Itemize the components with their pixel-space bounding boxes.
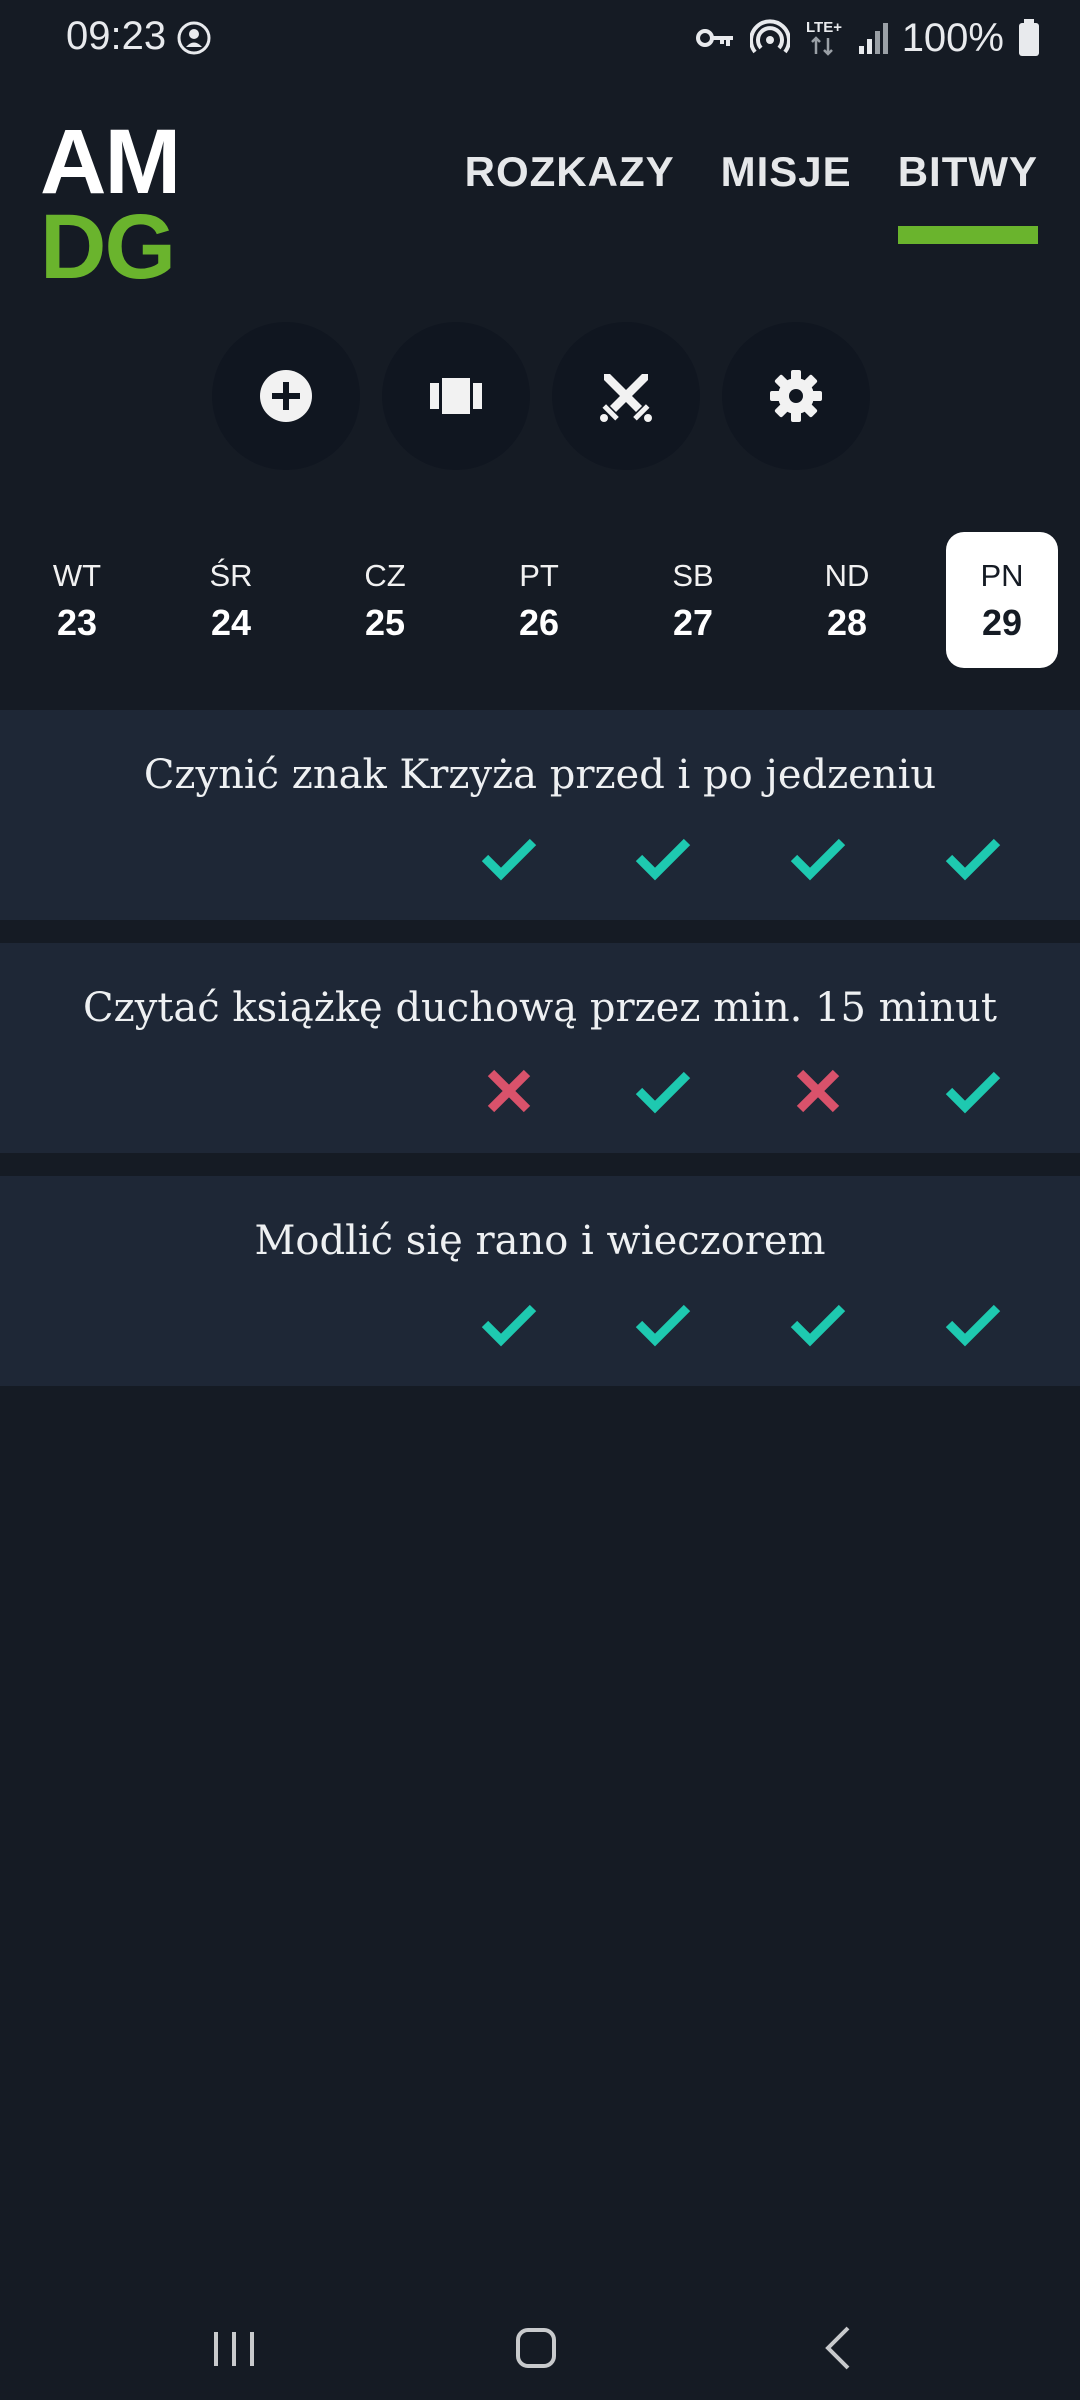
- check-icon[interactable]: [633, 828, 693, 888]
- day-name: PN: [980, 558, 1024, 593]
- top-tabs: ROZKAZY MISJE BITWY: [465, 148, 1039, 244]
- day-date: 25: [364, 602, 406, 643]
- day-name: WT: [52, 558, 102, 593]
- habit-card[interactable]: Czytać książkę duchową przez min. 15 min…: [0, 943, 1080, 1153]
- habit-title: Modlić się rano i wieczorem: [254, 1218, 826, 1264]
- logo-line-2: DG: [40, 195, 176, 298]
- hotspot-icon: [749, 19, 790, 54]
- check-icon[interactable]: [943, 828, 1003, 888]
- habit-card[interactable]: Modlić się rano i wieczorem: [0, 1176, 1080, 1386]
- check-icon[interactable]: [788, 828, 848, 888]
- habit-marks: [0, 828, 1080, 898]
- vpn-key-icon: [695, 29, 733, 47]
- system-nav-bar: [0, 2300, 1080, 2400]
- day-date: 23: [56, 602, 98, 643]
- signal-icon: [858, 23, 888, 54]
- tab-bitwy[interactable]: BITWY: [897, 148, 1039, 244]
- check-icon[interactable]: [633, 1294, 693, 1354]
- day-date: 28: [826, 602, 868, 643]
- habit-card[interactable]: Czynić znak Krzyża przed i po jedzeniu: [0, 710, 1080, 920]
- day-name: ND: [824, 558, 870, 593]
- status-time: 09:23: [66, 14, 167, 58]
- battles-button[interactable]: [552, 322, 700, 470]
- day-name: ŚR: [209, 558, 253, 593]
- habit-marks: [0, 1061, 1080, 1131]
- habit-marks: [0, 1294, 1080, 1364]
- battery-icon: [1019, 19, 1039, 56]
- day-strip: WT 23 ŚR 24 CZ 25 PT 26 SB 27 ND 28 PN 2…: [0, 532, 1080, 668]
- carousel-button[interactable]: [382, 322, 530, 470]
- tab-misje[interactable]: MISJE: [721, 148, 852, 216]
- status-bar: 09:23 LTE+ 100%: [0, 0, 1080, 76]
- battery-level: 100%: [901, 15, 1004, 60]
- settings-gear-icon: [770, 370, 822, 422]
- crossed-swords-icon: [600, 374, 652, 422]
- day-item[interactable]: CZ 25: [329, 532, 441, 668]
- recent-apps-icon[interactable]: [204, 2318, 264, 2378]
- svg-text:LTE+: LTE+: [806, 19, 842, 36]
- logo-line-1: AM: [40, 111, 181, 213]
- home-icon[interactable]: [506, 2318, 566, 2378]
- habit-title: Czynić znak Krzyża przed i po jedzeniu: [143, 752, 937, 798]
- app-logo: AM DG: [40, 111, 200, 292]
- status-icons: LTE+ 100%: [695, 12, 1040, 64]
- day-item[interactable]: PT 26: [483, 532, 595, 668]
- day-item[interactable]: WT 23: [21, 532, 133, 668]
- habit-title: Czytać książkę duchową przez min. 15 min…: [83, 985, 997, 1031]
- day-item-selected[interactable]: PN 29: [946, 532, 1058, 668]
- check-icon[interactable]: [479, 828, 539, 888]
- day-name: CZ: [364, 558, 406, 593]
- day-name: SB: [672, 558, 714, 593]
- add-circle-icon: [260, 370, 312, 422]
- day-date: 26: [518, 602, 560, 643]
- check-icon[interactable]: [788, 1294, 848, 1354]
- check-icon[interactable]: [943, 1061, 1003, 1121]
- day-date: 24: [210, 602, 252, 643]
- add-habit-button[interactable]: [212, 322, 360, 470]
- settings-button[interactable]: [722, 322, 870, 470]
- day-item[interactable]: ŚR 24: [175, 532, 287, 668]
- day-item[interactable]: SB 27: [637, 532, 749, 668]
- cross-icon[interactable]: [788, 1061, 848, 1121]
- action-row: [212, 322, 870, 470]
- back-icon[interactable]: [810, 2318, 870, 2378]
- check-icon[interactable]: [633, 1061, 693, 1121]
- day-date: 29: [981, 602, 1023, 643]
- check-icon[interactable]: [943, 1294, 1003, 1354]
- carousel-icon: [430, 378, 482, 414]
- lte-icon: LTE+: [806, 19, 842, 56]
- day-item[interactable]: ND 28: [791, 532, 903, 668]
- notification-icon: [177, 21, 211, 55]
- cross-icon[interactable]: [479, 1061, 539, 1121]
- check-icon[interactable]: [479, 1294, 539, 1354]
- day-date: 27: [672, 602, 714, 643]
- day-name: PT: [519, 558, 559, 593]
- tab-rozkazy[interactable]: ROZKAZY: [465, 148, 675, 216]
